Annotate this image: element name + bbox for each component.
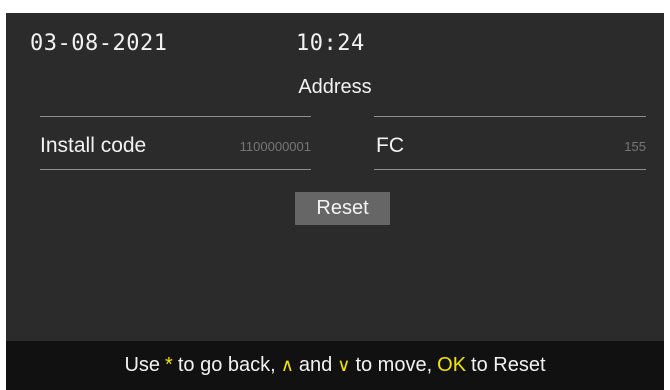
status-bar: 03-08-2021 10:24 xyxy=(6,31,664,61)
hint-move-text: to move, xyxy=(355,354,433,376)
fc-value: 155 xyxy=(624,138,646,154)
install-code-field[interactable]: Install code 1100000001 xyxy=(40,129,311,163)
fc-top-divider xyxy=(374,116,646,117)
hint-and-text: and xyxy=(298,354,333,376)
device-screen: 03-08-2021 10:24 Address Install code 11… xyxy=(6,13,664,341)
asterisk-icon: * xyxy=(165,354,173,376)
hint-back-text: to go back, xyxy=(177,354,276,376)
ok-key-label: OK xyxy=(437,354,467,376)
hint-use-text: Use xyxy=(124,354,161,376)
install-code-value: 1100000001 xyxy=(239,138,311,154)
down-arrow-icon: ∨ xyxy=(337,355,351,376)
reset-button[interactable]: Reset xyxy=(295,192,390,225)
install-code-label: Install code xyxy=(40,134,147,157)
status-date: 03-08-2021 xyxy=(30,31,168,56)
up-arrow-icon: ∧ xyxy=(280,355,294,376)
hint-reset-text: to Reset xyxy=(471,354,546,376)
fc-field[interactable]: FC 155 xyxy=(374,129,646,163)
navigation-hint-bar: Use * to go back, ∧ and ∨ to move, OK to… xyxy=(6,341,664,390)
page-title: Address xyxy=(298,76,372,98)
install-code-bottom-divider xyxy=(40,169,311,170)
fc-bottom-divider xyxy=(374,169,646,170)
fc-label: FC xyxy=(376,134,404,157)
install-code-top-divider xyxy=(40,116,311,117)
status-time: 10:24 xyxy=(296,31,365,56)
